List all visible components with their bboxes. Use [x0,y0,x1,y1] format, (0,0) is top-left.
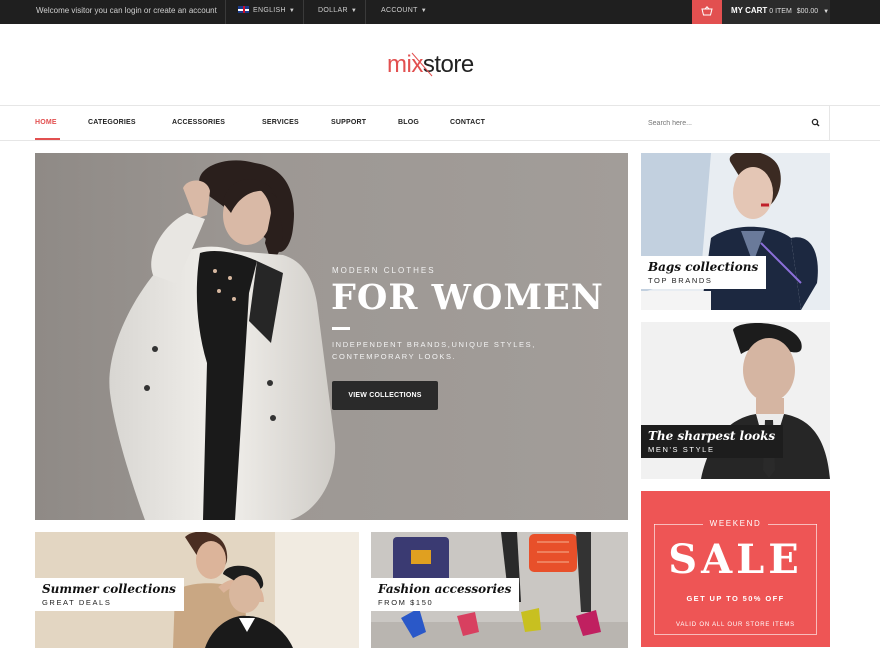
sale-offer: GET UP TO 50% OFF [686,594,785,603]
search-icon [811,118,820,127]
hero-model-image [109,160,336,520]
bags-title: Bags collections [648,260,759,274]
nav-blog[interactable]: BLOG [398,106,419,140]
basket-icon [701,6,713,16]
search-button[interactable] [808,106,830,140]
hero-banner[interactable]: MODERN CLOTHES FOR WOMEN INDEPENDENT BRA… [35,153,628,520]
active-indicator [35,138,60,140]
hero-eyebrow: MODERN CLOTHES [332,266,436,275]
mens-label: The sharpest looks MEN'S STYLE [641,425,784,458]
language-label: ENGLISH [253,7,286,14]
main-navigation: HOME CATEGORIES ACCESSORIES SERVICES SUP… [0,106,880,141]
site-header: mixstore [0,24,880,106]
language-selector[interactable]: ENGLISH ▼ [238,0,295,22]
uk-flag-icon [238,6,249,13]
hero-description: INDEPENDENT BRANDS,UNIQUE STYLES, CONTEM… [332,340,536,361]
account-selector[interactable]: ACCOUNT ▼ [381,0,427,22]
chevron-down-icon: ▼ [350,8,358,14]
nav-services[interactable]: SERVICES [262,106,299,140]
chevron-down-icon: ▼ [288,8,296,14]
summer-subtitle: GREAT DEALS [42,598,112,607]
fashion-label: Fashion accessories FROM $150 [371,578,520,611]
summer-banner[interactable]: Summer collections GREAT DEALS [35,532,359,648]
top-bar: Welcome visitor you can login or create … [0,0,880,24]
bags-banner[interactable]: Bags collections TOP BRANDS [641,153,830,310]
sale-title: SALE [668,536,803,583]
fashion-subtitle: FROM $150 [378,598,434,607]
nav-categories[interactable]: CATEGORIES [88,106,136,140]
cart-total: $00.00 [796,8,819,15]
currency-label: DOLLAR [318,7,348,14]
summer-title: Summer collections [42,582,176,596]
nav-home[interactable]: HOME [35,106,57,140]
bags-label: Bags collections TOP BRANDS [641,256,767,289]
chevron-down-icon: ▼ [420,8,427,14]
divider [365,0,366,24]
search-input[interactable] [648,112,808,134]
mens-title: The sharpest looks [648,429,776,443]
fashion-banner[interactable]: Fashion accessories FROM $150 [371,532,628,648]
cart-icon-button[interactable] [692,0,722,24]
mens-subtitle: MEN'S STYLE [648,445,715,454]
hero-divider [332,327,350,330]
mens-banner[interactable]: The sharpest looks MEN'S STYLE [641,322,830,479]
hero-title: FOR WOMEN [331,277,604,318]
logo-slash-icon [411,52,433,77]
fashion-title: Fashion accessories [378,582,512,596]
chevron-down-icon: ▼ [823,9,830,15]
divider [225,0,226,24]
sale-valid-text: VALID ON ALL OUR STORE ITEMS [676,622,795,628]
currency-selector[interactable]: DOLLAR ▼ [318,0,357,22]
view-collections-button[interactable]: VIEW COLLECTIONS [332,381,438,410]
summer-label: Summer collections GREAT DEALS [35,578,184,611]
nav-contact[interactable]: CONTACT [450,106,485,140]
cart-item-count: 0 ITEM [769,8,792,15]
bags-subtitle: TOP BRANDS [648,276,713,285]
nav-accessories[interactable]: ACCESSORIES [172,106,225,140]
nav-support[interactable]: SUPPORT [331,106,366,140]
mini-cart[interactable]: MY CART 0 ITEM $00.00 ▼ [722,0,830,24]
cart-label: MY CART [731,6,768,15]
sale-weekend: WEEKEND [709,519,762,528]
account-label: ACCOUNT [381,7,418,14]
sale-banner[interactable]: WEEKEND SALE GET UP TO 50% OFF VALID ON … [641,491,830,647]
divider [303,0,304,24]
welcome-text[interactable]: Welcome visitor you can login or create … [36,0,217,22]
